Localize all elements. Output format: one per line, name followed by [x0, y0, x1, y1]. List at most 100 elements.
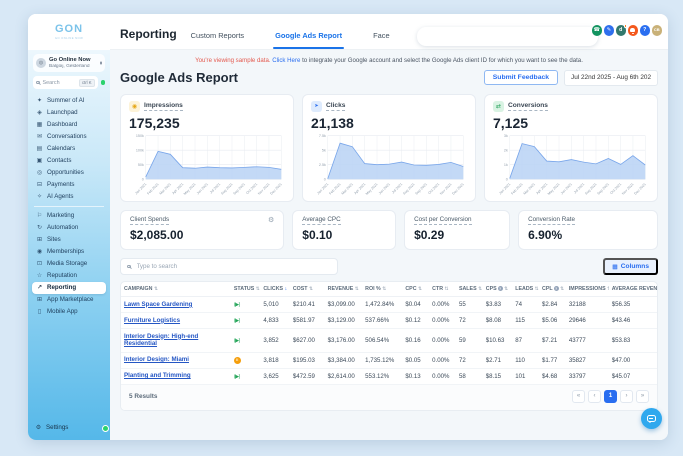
sort-icon[interactable]: ⇅ — [535, 287, 539, 292]
sidebar-search-input[interactable]: Search ctrl K — [33, 76, 98, 90]
sort-icon[interactable]: ⇅ — [309, 287, 313, 292]
sidebar-item-settings[interactable]: ⚙ Settings — [28, 420, 110, 440]
svg-text:Feb 2021: Feb 2021 — [146, 182, 159, 195]
logo[interactable]: GON GO ONLINE NOW — [28, 14, 110, 50]
info-icon[interactable]: ? — [497, 286, 503, 292]
tab-custom-reports[interactable]: Custom Reports — [191, 31, 244, 49]
sort-icon[interactable]: ⇅ — [445, 287, 449, 292]
col-leads[interactable]: LEADS ⇅ — [512, 282, 540, 298]
sidebar-item-conversations[interactable]: ✉ Conversations — [32, 131, 106, 143]
last-page-button[interactable]: » — [636, 389, 649, 403]
col-cpl[interactable]: CPL? ⇅ — [539, 282, 566, 298]
metric-label[interactable]: Conversions — [508, 102, 548, 111]
col-cpc[interactable]: CPC ⇅ — [402, 282, 430, 298]
sort-icon[interactable]: ⇅ — [607, 287, 609, 292]
col-status[interactable]: STATUS ⇅ — [230, 282, 261, 298]
campaign-link[interactable]: Furniture Logistics — [124, 317, 180, 324]
sidebar-item-app-marketplace[interactable]: ⊞ App Marketplace — [32, 294, 106, 306]
sort-icon[interactable]: ⇅ — [382, 287, 386, 292]
metric-value: 7,125 — [493, 114, 529, 131]
sidebar-item-contacts[interactable]: ▣ Contacts — [32, 155, 106, 167]
sidebar-item-launchpad[interactable]: ◈ Launchpad — [32, 107, 106, 119]
sort-icon[interactable]: ⇅ — [478, 287, 482, 292]
col-average-revenue[interactable]: AVERAGE REVENUE ⇅ — [608, 282, 657, 298]
next-page-button[interactable]: › — [620, 389, 633, 403]
notification-bell-icon[interactable] — [627, 25, 638, 36]
support-chat-button[interactable] — [641, 408, 662, 429]
cost-cell: $195.03 — [289, 352, 325, 369]
sort-icon[interactable]: ⇅ — [504, 287, 508, 292]
table-search[interactable] — [120, 258, 338, 276]
columns-button[interactable]: ⊞ Columns — [603, 258, 658, 276]
col-revenue[interactable]: REVENUE ⇅ — [324, 282, 363, 298]
phone-icon[interactable]: ☎ — [591, 25, 602, 36]
sidebar-item-payments[interactable]: ⊟ Payments — [32, 179, 106, 191]
svg-text:May 2021: May 2021 — [547, 182, 561, 196]
search-icon — [127, 264, 131, 269]
stat-value: 6.90% — [528, 228, 563, 243]
metric-label[interactable]: Impressions — [144, 102, 183, 111]
metric-label[interactable]: Clicks — [326, 102, 346, 111]
sort-icon[interactable]: ⇅ — [154, 287, 158, 292]
prev-page-button[interactable]: ‹ — [588, 389, 601, 403]
sidebar-item-media-storage[interactable]: ⊡ Media Storage — [32, 258, 106, 270]
sidebar-item-mobile-app[interactable]: ▯ Mobile App — [32, 306, 106, 318]
impressions-chart: 150k100k50k0Jan 2021Feb 2021Mar 2021 Apr … — [134, 134, 283, 196]
col-label: CAMPAIGN — [124, 286, 153, 293]
sort-icon[interactable]: ⇅ — [418, 287, 422, 292]
sort-icon[interactable]: ⇅ — [355, 287, 359, 292]
sidebar-item-opportunities[interactable]: ◎ Opportunities — [32, 167, 106, 179]
sidebar-nav-primary: ✦ Summer of AI ◈ Launchpad ▦ Dashboard ✉ Conver… — [32, 95, 106, 203]
table-search-input[interactable] — [134, 262, 331, 272]
sidebar-item-label: Conversations — [47, 132, 87, 140]
tab-face[interactable]: Face — [373, 31, 389, 49]
page-1-button[interactable]: 1 — [604, 389, 617, 403]
svg-text:Sep 2021: Sep 2021 — [232, 182, 246, 196]
sidebar-item-dashboard[interactable]: ▦ Dashboard — [32, 119, 106, 131]
sidebar-item-memberships[interactable]: ◉ Memberships — [32, 246, 106, 258]
info-icon[interactable]: ? — [553, 286, 559, 292]
col-impressions[interactable]: IMPRESSIONS ⇅ — [565, 282, 609, 298]
sort-icon[interactable]: ⇅ — [256, 287, 260, 292]
user-avatar-icon[interactable]: CB — [651, 25, 662, 36]
date-range-picker[interactable]: Jul 22nd 2025 - Aug 6th 202 — [564, 69, 658, 86]
tab-google-ads-report[interactable]: Google Ads Report — [273, 31, 345, 49]
col-roi[interactable]: ROI % ⇅ — [362, 282, 403, 298]
sidebar-item-sites[interactable]: ⊞ Sites — [32, 234, 106, 246]
campaign-link[interactable]: Interior Design: Miami — [124, 356, 189, 363]
sidebar-item-summer-of-ai[interactable]: ✦ Summer of AI — [32, 95, 106, 107]
sort-desc-icon[interactable]: ↓ — [285, 286, 288, 292]
sidebar-item-calendars[interactable]: ▤ Calendars — [32, 143, 106, 155]
sidebar-item-reporting[interactable]: ↗ Reporting — [32, 282, 106, 295]
campaign-link[interactable]: Interior Design: High-end Residential — [124, 333, 198, 348]
main-area: Reporting Custom Reports Google Ads Repor… — [110, 14, 668, 440]
account-switcher[interactable]: ◍ Go Online Now Balgoij, Gelderland ▴ ▾ — [33, 54, 105, 73]
cost-cell: $210.41 — [289, 296, 325, 314]
col-campaign[interactable]: CAMPAIGN ⇅ — [121, 282, 231, 298]
col-clicks[interactable]: CLICKS ↓ — [260, 282, 290, 298]
d-app-icon[interactable]: d — [615, 24, 627, 36]
gear-icon[interactable]: ⚙ — [268, 217, 274, 224]
avg_revenue-cell: $45.07 — [608, 368, 657, 385]
col-cps[interactable]: CPS? ⇅ — [482, 282, 513, 298]
sort-icon[interactable]: ⇅ — [560, 287, 564, 292]
submit-feedback-button[interactable]: Submit Feedback — [483, 70, 559, 86]
sidebar-item-label: Launchpad — [47, 108, 78, 116]
first-page-button[interactable]: « — [572, 389, 585, 403]
col-sales[interactable]: SALES ⇅ — [455, 282, 483, 298]
svg-text:Jan 2021: Jan 2021 — [316, 182, 329, 195]
summer-of-ai-icon: ✦ — [36, 98, 43, 105]
col-cost[interactable]: COST ⇅ — [289, 282, 325, 298]
nav-divider — [34, 206, 104, 208]
compose-icon[interactable]: ✎ — [603, 25, 614, 36]
campaign-link[interactable]: Lawn Space Gardening — [124, 301, 192, 308]
campaign-link[interactable]: Planting and Trimming — [124, 372, 191, 379]
sidebar-item-automation[interactable]: ↻ Automation — [32, 222, 106, 234]
sidebar-item-reputation[interactable]: ☆ Reputation — [32, 270, 106, 282]
sidebar-item-marketing[interactable]: ⚐ Marketing — [32, 210, 106, 222]
dashboard-icon: ▦ — [36, 122, 43, 129]
help-icon[interactable]: ? — [639, 25, 650, 36]
col-ctr[interactable]: CTR ⇅ — [429, 282, 456, 298]
click-here-link[interactable]: Click Here — [272, 57, 300, 64]
sidebar-item-ai-agents[interactable]: ✧ AI Agents — [32, 191, 106, 203]
